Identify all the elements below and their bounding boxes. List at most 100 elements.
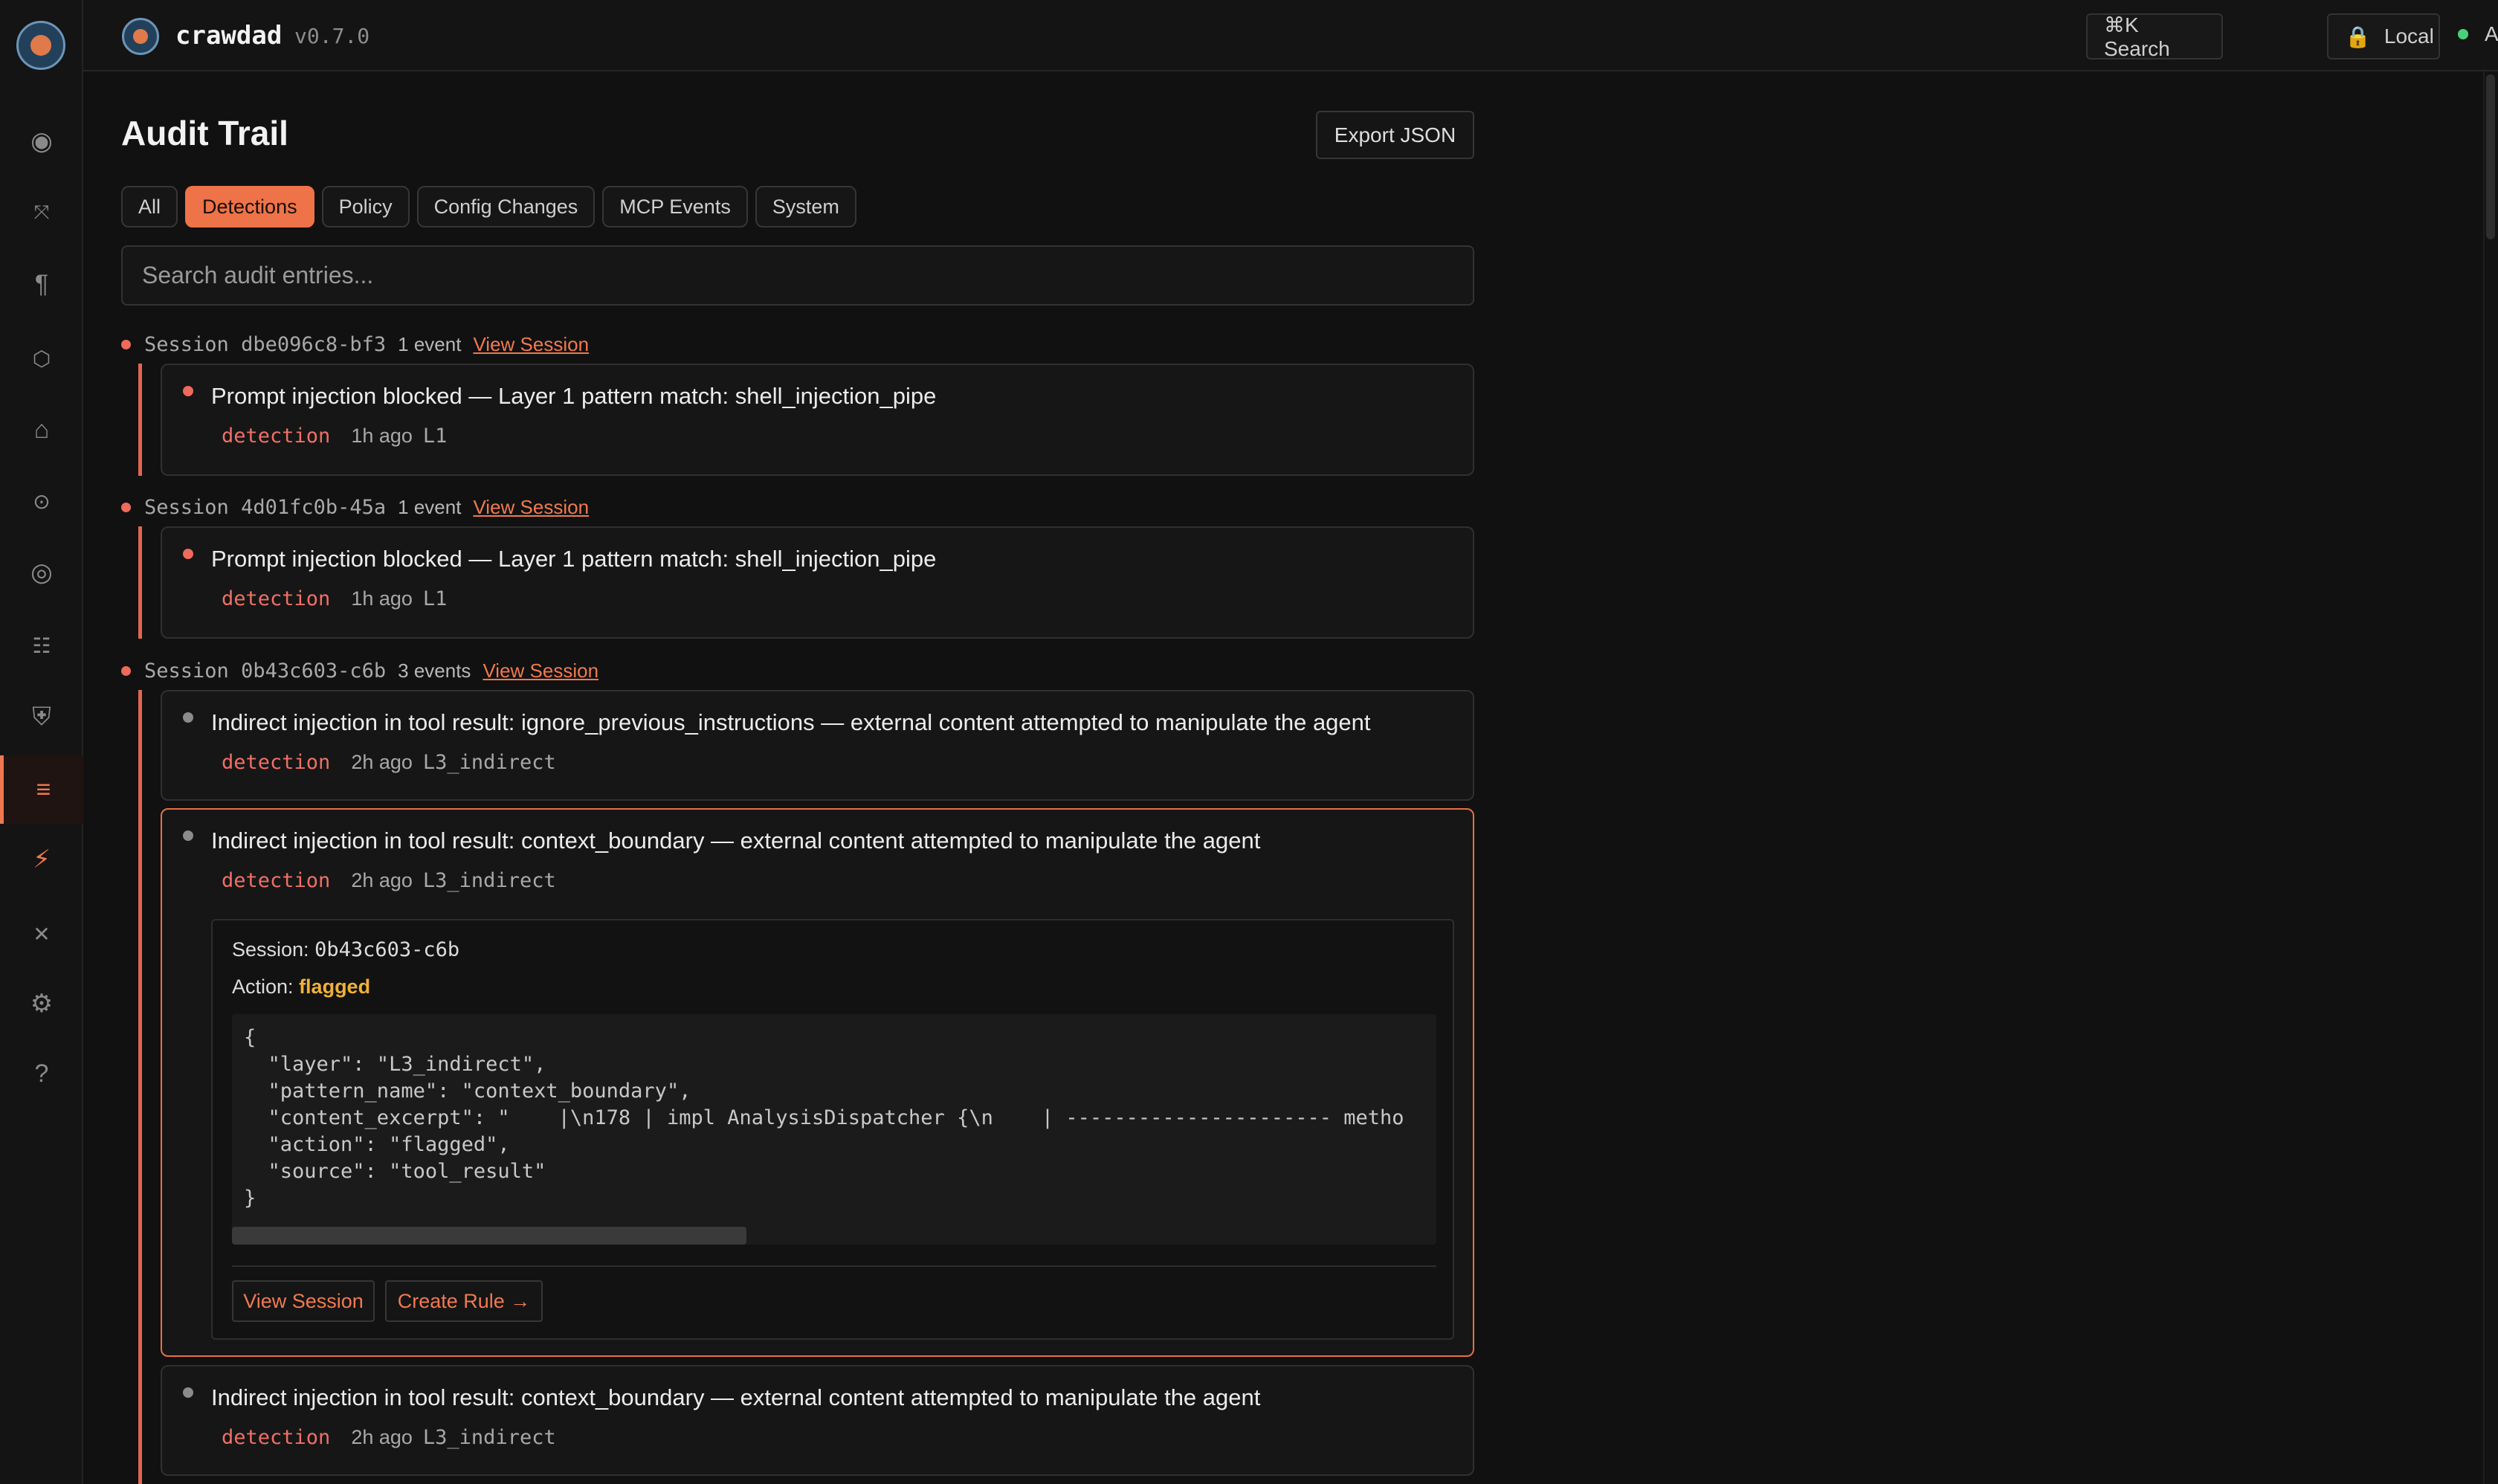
entry-status-dot-icon	[183, 712, 193, 723]
status-label: Active	[2485, 22, 2498, 45]
detail-action: Action: flagged	[232, 975, 370, 999]
entry-layer: L3_indirect	[422, 869, 556, 892]
tab-mcp-events[interactable]: MCP Events	[602, 186, 748, 228]
create-rule-button[interactable]: Create Rule →	[385, 1280, 543, 1322]
entry-time: 2h ago	[351, 1426, 413, 1448]
session-header: Session dbe096c8-bf3 1 event View Sessio…	[121, 329, 589, 359]
session-label: Session	[144, 332, 229, 356]
session-id-value: 0b43c603-c6b	[241, 659, 387, 683]
search-button-label: ⌘K Search	[2104, 13, 2170, 60]
entry-status-dot-icon	[183, 386, 193, 396]
sidebar-item-audit[interactable]: ≡	[0, 755, 83, 824]
sidebar-item-close[interactable]: ✕	[0, 900, 83, 968]
local-mode-label: Local	[2384, 25, 2434, 48]
view-session-link[interactable]: View Session	[473, 496, 589, 519]
search-button[interactable]: ⌘K Search	[2086, 13, 2223, 60]
view-session-link[interactable]: View Session	[473, 333, 589, 356]
entry-time: 2h ago	[351, 751, 413, 773]
lock-icon: 🔒	[2345, 25, 2371, 48]
entry-layer: L1	[422, 425, 448, 448]
search-input[interactable]	[123, 247, 1473, 304]
view-session-link[interactable]: View Session	[483, 659, 598, 683]
local-mode-button[interactable]: 🔒 Local	[2327, 13, 2440, 59]
entry-detail-panel: Session: 0b43c603-c6b Action: flagged { …	[211, 919, 1454, 1340]
session-timeline-line	[138, 690, 142, 1484]
tab-detections[interactable]: Detections	[185, 186, 314, 228]
sidebar-item-bolt[interactable]: ⚡	[0, 825, 83, 894]
session-header: Session 0b43c603-c6b 3 events View Sessi…	[121, 656, 598, 685]
detail-action-value: flagged	[299, 975, 371, 998]
sidebar-item-tools[interactable]: ⤧	[0, 178, 83, 247]
export-json-button[interactable]: Export JSON	[1316, 111, 1474, 159]
sidebar-item-home[interactable]: ⌂	[0, 396, 83, 464]
detail-action-label: Action:	[232, 975, 294, 998]
entry-status-dot-icon	[183, 1387, 193, 1398]
entry-status-dot-icon	[183, 830, 193, 841]
tab-policy[interactable]: Policy	[321, 186, 410, 228]
page-scrollbar-track[interactable]	[2483, 71, 2498, 1484]
view-session-button[interactable]: View Session	[232, 1280, 375, 1322]
session-timeline-line	[138, 364, 142, 476]
entry-title: Indirect injection in tool result: ignor…	[211, 709, 1371, 735]
entry-layer: L3_indirect	[422, 751, 556, 774]
help-icon: ?	[34, 1059, 49, 1088]
entry-time: 1h ago	[351, 425, 413, 447]
sidebar-item-monitor[interactable]: ⊙	[0, 467, 83, 535]
shuffle-icon: ⤧	[33, 201, 50, 223]
entry-title: Prompt injection blocked — Layer 1 patte…	[211, 546, 937, 572]
session-status-dot-icon	[121, 502, 131, 512]
tab-config-changes[interactable]: Config Changes	[416, 186, 596, 228]
entry-type: detection	[222, 1426, 331, 1449]
entry-layer: L1	[422, 587, 448, 610]
entry-type: detection	[222, 869, 331, 892]
sidebar-item-dashboard[interactable]: ◉	[0, 107, 83, 175]
entry-meta: detection 1h ago L1	[222, 425, 447, 448]
entry-meta: detection 1h ago L1	[222, 587, 447, 610]
session-id-value: dbe096c8-bf3	[241, 332, 387, 356]
session-id: Session 4d01fc0b-45a	[144, 496, 386, 519]
gear-icon: ⚙	[30, 990, 54, 1018]
session-label: Session	[144, 659, 229, 683]
sidebar-item-network[interactable]: ⬡	[0, 324, 83, 393]
audit-entry[interactable]: Indirect injection in tool result: ignor…	[161, 690, 1474, 801]
audit-entry[interactable]: Prompt injection blocked — Layer 1 patte…	[161, 364, 1474, 476]
crawdad-logo-icon[interactable]	[16, 21, 65, 70]
sidebar-item-settings[interactable]: ⚙	[0, 970, 83, 1038]
session-event-count: 1 event	[398, 495, 462, 518]
session-event-count: 3 events	[398, 659, 471, 682]
detail-session: Session: 0b43c603-c6b	[232, 938, 459, 961]
audit-entry[interactable]: Indirect injection in tool result: conte…	[161, 1365, 1474, 1476]
detail-json-text: { "layer": "L3_indirect", "pattern_name"…	[244, 1026, 1404, 1210]
bolt-icon: ⚡	[33, 845, 51, 874]
session-id-value: 4d01fc0b-45a	[241, 495, 387, 519]
sidebar-item-shield[interactable]: ⛨	[0, 683, 83, 751]
sidebar-item-grid[interactable]: ☷	[0, 611, 83, 680]
sidebar: ◉ ⤧ ¶ ⬡ ⌂ ⊙ ◎ ☷ ⛨ ≡ ⚡ ✕ ⚙ ?	[0, 0, 83, 1484]
entry-title: Indirect injection in tool result: conte…	[211, 828, 1261, 854]
entry-meta: detection 2h ago L3_indirect	[222, 751, 556, 774]
hexagon-icon: ⬡	[32, 346, 51, 370]
tab-system[interactable]: System	[755, 186, 856, 228]
detail-json-block[interactable]: { "layer": "L3_indirect", "pattern_name"…	[232, 1014, 1436, 1245]
entry-meta: detection 2h ago L3_indirect	[222, 1426, 556, 1449]
entry-title: Prompt injection blocked — Layer 1 patte…	[211, 383, 937, 409]
detail-session-value: 0b43c603-c6b	[314, 938, 460, 961]
audit-entry[interactable]: Prompt injection blocked — Layer 1 patte…	[161, 526, 1474, 639]
sidebar-item-scan[interactable]: ◎	[0, 538, 83, 607]
entry-meta: detection 2h ago L3_indirect	[222, 869, 556, 892]
pilcrow-icon: ¶	[34, 269, 49, 298]
sidebar-item-rules[interactable]: ¶	[0, 250, 83, 318]
page-scrollbar-thumb[interactable]	[2486, 74, 2495, 239]
json-horizontal-scrollbar[interactable]	[232, 1227, 746, 1245]
status-indicator: Active	[2458, 22, 2498, 46]
tab-all[interactable]: All	[121, 186, 178, 228]
session-event-count: 1 event	[398, 332, 462, 355]
sidebar-item-help[interactable]: ?	[0, 1039, 83, 1108]
entry-time: 1h ago	[351, 587, 413, 610]
detail-divider	[232, 1265, 1436, 1267]
entry-time: 2h ago	[351, 869, 413, 891]
audit-entry-expanded[interactable]: Indirect injection in tool result: conte…	[161, 808, 1474, 1357]
home-icon: ⌂	[33, 415, 50, 444]
brand-logo-icon	[122, 18, 159, 55]
session-status-dot-icon	[121, 665, 131, 676]
